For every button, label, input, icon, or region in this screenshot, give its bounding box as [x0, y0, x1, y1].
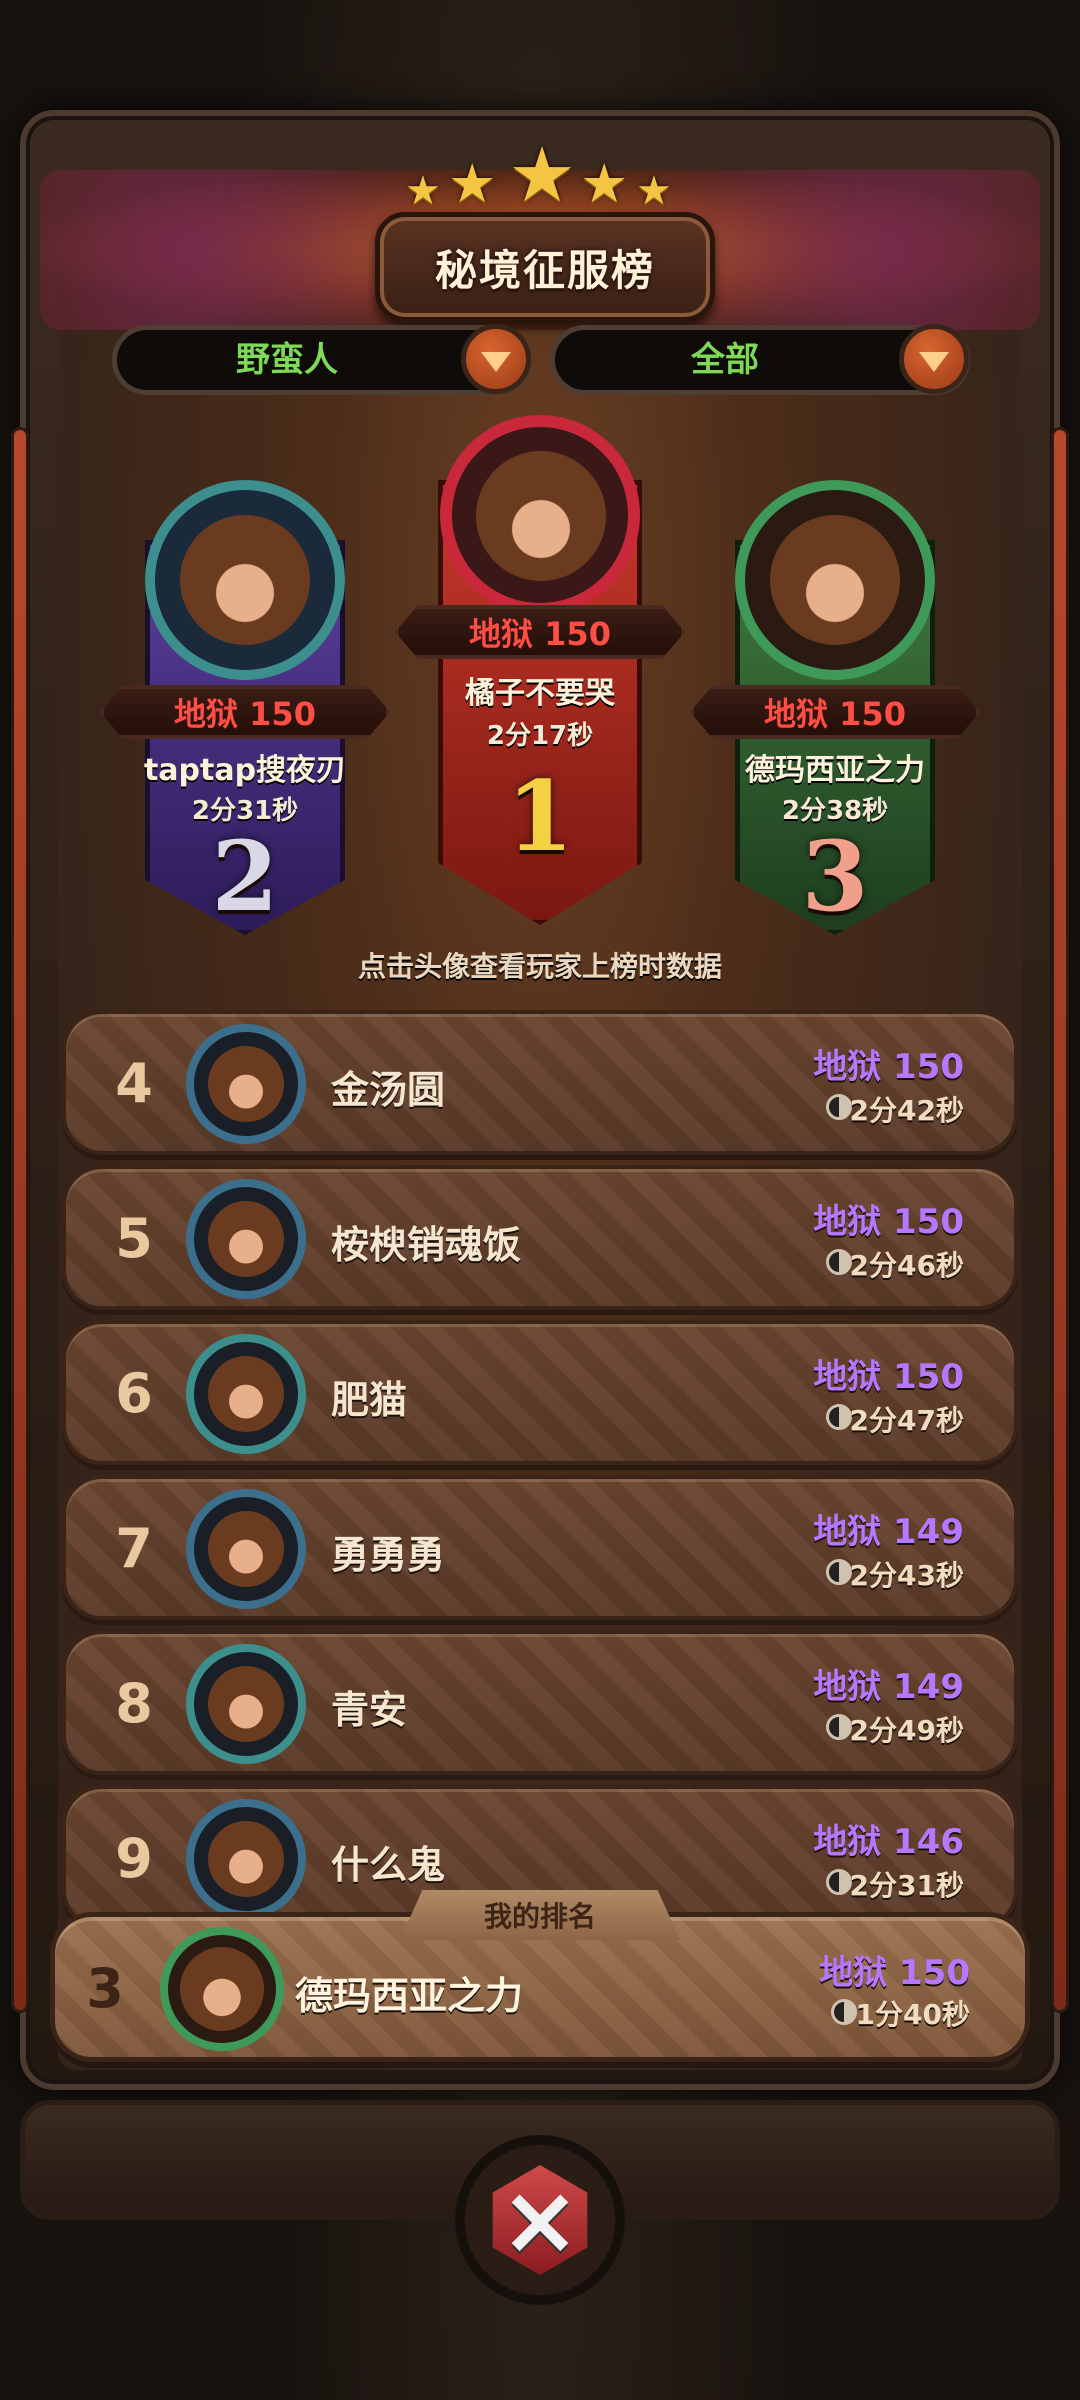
bear-avatar-icon	[476, 451, 606, 581]
class-dropdown-value: 野蛮人	[236, 340, 338, 380]
class-dropdown-button[interactable]	[461, 324, 531, 394]
row-time: 2分47秒	[849, 1404, 964, 1437]
right-rail	[1054, 430, 1066, 2010]
row-time: 2分43秒	[849, 1559, 964, 1592]
clock-icon	[826, 1714, 852, 1740]
chevron-down-icon	[481, 352, 511, 372]
my-time: 1分40秒	[855, 1998, 970, 2031]
podium-name-1: 橘子不要哭	[465, 676, 615, 711]
podium-avatar-3[interactable]	[735, 480, 935, 680]
table-row[interactable]: 5 桉楰销魂饭 地狱 150 2分46秒	[62, 1165, 1018, 1310]
bear-avatar-icon	[208, 1356, 284, 1432]
podium-level-plate-2: 地狱 150	[100, 685, 390, 739]
table-row[interactable]: 8 青安 地狱 149 2分49秒	[62, 1630, 1018, 1775]
scope-dropdown[interactable]: 全部	[550, 324, 970, 395]
page-title: 秘境征服榜	[434, 245, 655, 295]
star-icon: ★	[580, 152, 629, 215]
row-time: 2分49秒	[849, 1714, 964, 1747]
my-rank-tag: 我的排名	[400, 1890, 680, 1940]
row-rank: 4	[115, 1052, 153, 1115]
row-rank: 8	[115, 1672, 153, 1735]
close-icon: ×	[492, 2165, 588, 2275]
my-rank-tag-label: 我的排名	[483, 1900, 596, 1933]
row-avatar[interactable]	[186, 1799, 306, 1919]
podium-rank-1: 1	[506, 760, 574, 873]
knight-avatar-icon	[208, 1201, 284, 1277]
title-plate: 秘境征服榜	[375, 212, 715, 322]
row-avatar[interactable]	[186, 1024, 306, 1144]
table-row[interactable]: 6 肥猫 地狱 150 2分47秒	[62, 1320, 1018, 1465]
my-rank-number: 3	[86, 1957, 124, 2020]
left-rail	[14, 430, 26, 2010]
star-icon: ★	[448, 152, 497, 215]
clock-icon	[826, 1404, 852, 1430]
podium-level-2: 地狱 150	[174, 695, 316, 733]
podium-time-1: 2分17秒	[486, 721, 594, 751]
podium-level-1: 地狱 150	[469, 615, 611, 653]
podium-avatar-1[interactable]	[440, 415, 640, 615]
row-avatar[interactable]	[186, 1489, 306, 1609]
star-icon: ★	[508, 130, 577, 219]
row-time: 2分42秒	[849, 1094, 964, 1127]
bull-avatar-icon	[208, 1046, 284, 1122]
row-avatar[interactable]	[186, 1334, 306, 1454]
row-level: 地狱 149	[813, 1667, 964, 1707]
row-avatar[interactable]	[186, 1179, 306, 1299]
close-button[interactable]: ×	[455, 2135, 625, 2305]
row-name: 桉楰销魂饭	[331, 1223, 522, 1267]
row-rank: 5	[115, 1207, 153, 1270]
clock-icon	[826, 1249, 852, 1275]
bear-avatar-icon	[180, 1947, 264, 2031]
row-name: 肥猫	[331, 1378, 408, 1422]
clock-icon	[826, 1869, 852, 1895]
podium-level-plate-3: 地狱 150	[690, 685, 980, 739]
chevron-down-icon	[919, 352, 949, 372]
podium-level-3: 地狱 150	[764, 695, 906, 733]
row-rank: 7	[115, 1517, 153, 1580]
row-level: 地狱 149	[813, 1512, 964, 1552]
clock-icon	[831, 1999, 857, 2025]
row-time: 2分31秒	[849, 1869, 964, 1902]
row-name: 什么鬼	[331, 1843, 446, 1887]
my-level: 地狱 150	[819, 1953, 970, 1993]
podium-level-plate-1: 地狱 150	[395, 605, 685, 659]
row-level: 地狱 150	[813, 1047, 964, 1087]
star-icon: ★	[636, 168, 672, 214]
bull-avatar-icon	[208, 1511, 284, 1587]
bear-avatar-icon	[770, 515, 900, 645]
star-rating: ★ ★ ★ ★ ★	[0, 130, 1080, 219]
podium-rank-2: 2	[211, 820, 279, 933]
scope-dropdown-button[interactable]	[899, 324, 969, 394]
podium-rank-3: 3	[801, 820, 869, 933]
podium-avatar-2[interactable]	[145, 480, 345, 680]
row-name: 青安	[331, 1688, 408, 1732]
clock-icon	[826, 1559, 852, 1585]
my-avatar[interactable]	[160, 1927, 284, 2051]
row-name: 勇勇勇	[331, 1533, 446, 1577]
class-dropdown[interactable]: 野蛮人	[112, 324, 532, 395]
row-rank: 9	[115, 1827, 153, 1890]
table-row[interactable]: 7 勇勇勇 地狱 149 2分43秒	[62, 1475, 1018, 1620]
scope-dropdown-value: 全部	[691, 340, 759, 380]
bear-avatar-icon	[180, 515, 310, 645]
row-level: 地狱 146	[813, 1822, 964, 1862]
row-level: 地狱 150	[813, 1357, 964, 1397]
row-name: 金汤圆	[331, 1068, 446, 1112]
bear-avatar-icon	[208, 1666, 284, 1742]
star-icon: ★	[405, 168, 441, 214]
row-time: 2分46秒	[849, 1249, 964, 1282]
my-name: 德玛西亚之力	[295, 1974, 524, 2018]
hint-text: 点击头像查看玩家上榜时数据	[357, 950, 722, 983]
row-rank: 6	[115, 1362, 153, 1425]
clock-icon	[826, 1094, 852, 1120]
podium-name-3: 德玛西亚之力	[745, 753, 925, 788]
table-row[interactable]: 4 金汤圆 地狱 150 2分42秒	[62, 1010, 1018, 1155]
row-avatar[interactable]	[186, 1644, 306, 1764]
podium-name-2: taptap搜夜刃	[143, 753, 347, 788]
bull-avatar-icon	[208, 1821, 284, 1897]
row-level: 地狱 150	[813, 1202, 964, 1242]
